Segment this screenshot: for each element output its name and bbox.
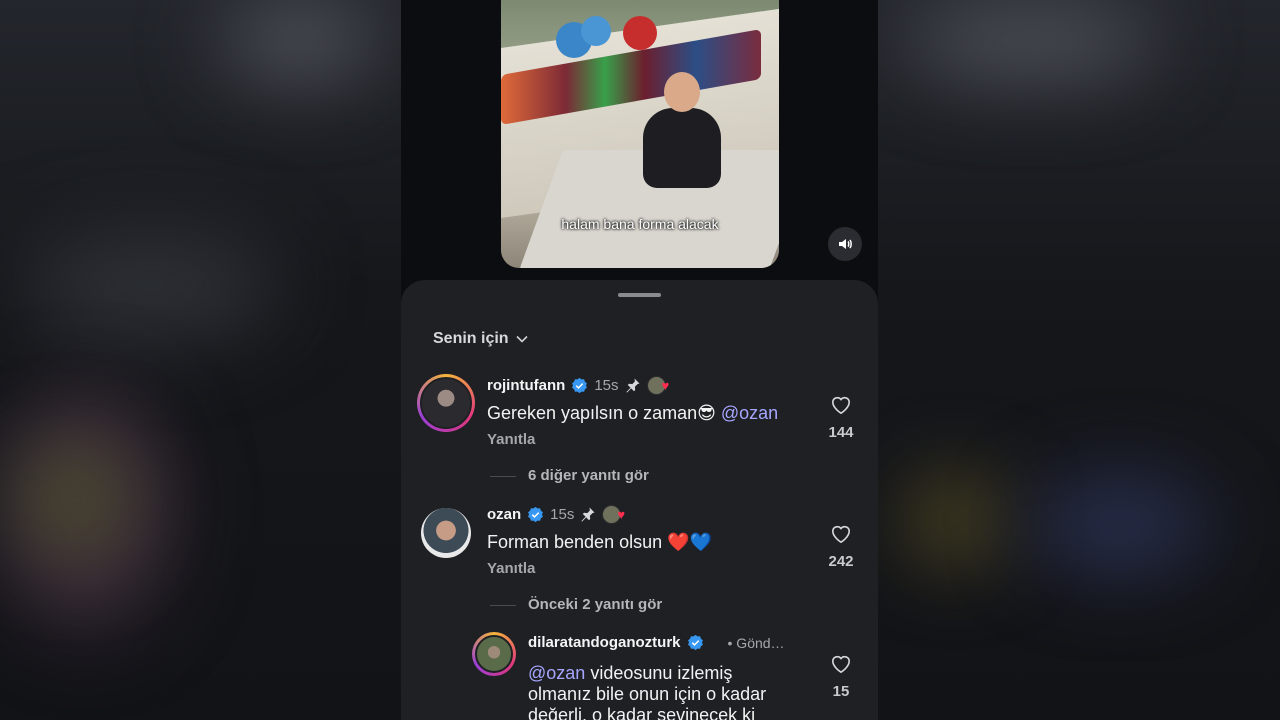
- comment-username[interactable]: rojintufann: [487, 377, 565, 394]
- reply-username[interactable]: dilaratandoganozturk: [528, 634, 681, 651]
- view-previous-replies[interactable]: Önceki 2 yanıtı gör: [489, 596, 662, 613]
- avatar[interactable]: [421, 508, 471, 558]
- like-count: 144: [828, 424, 854, 441]
- blur-blob: [20, 230, 280, 340]
- video-balloon: [623, 16, 657, 50]
- comment-username[interactable]: ozan: [487, 506, 521, 523]
- blur-blob: [1030, 480, 1210, 570]
- comments-sheet: Senin için rojintufann 15s ♥ Gereken yap…: [401, 280, 878, 720]
- reply-text-line: @ozan videosunu izlemiş: [528, 663, 828, 684]
- blur-blob: [900, 0, 1160, 80]
- sound-toggle-button[interactable]: [828, 227, 862, 261]
- like-count: 242: [828, 553, 854, 570]
- comment-mention[interactable]: @ozan: [721, 403, 778, 423]
- video-child-head: [664, 72, 700, 112]
- comment-text: Forman benden olsun ❤️💙: [487, 532, 712, 552]
- pin-icon: [581, 507, 595, 522]
- sort-label: Senin için: [433, 330, 509, 347]
- reply-text-line1: videosunu izlemiş: [585, 663, 733, 683]
- comment-text: Gereken yapılsın o zaman😎 @ozan: [487, 403, 778, 424]
- speaker-icon: [839, 239, 852, 249]
- like-button[interactable]: 15: [821, 654, 861, 700]
- like-button[interactable]: 242: [821, 524, 861, 570]
- reply-mention[interactable]: @ozan: [528, 663, 585, 683]
- avatar[interactable]: [472, 632, 516, 676]
- like-button[interactable]: 144: [821, 395, 861, 441]
- comment-text-body: Gereken yapılsın o zaman😎: [487, 403, 721, 423]
- avatar[interactable]: [417, 374, 475, 432]
- comment-time: 15s: [594, 376, 619, 394]
- heart-filled-icon: ♥: [661, 378, 670, 393]
- reel-video[interactable]: halam bana forma alacak: [501, 0, 779, 268]
- chevron-down-icon: [516, 335, 528, 343]
- blur-blob: [220, 0, 380, 80]
- heart-outline-icon: [831, 525, 851, 544]
- verified-badge-icon: [528, 506, 544, 522]
- video-balloon: [581, 16, 611, 46]
- video-child: [643, 108, 721, 188]
- heart-outline-icon: [831, 396, 851, 415]
- reply-time: • Gönd…: [727, 634, 785, 651]
- reply-text: @ozan videosunu izlemiş olmanız bile onu…: [528, 663, 828, 720]
- pin-icon: [625, 378, 640, 393]
- comment-meta: rojintufann 15s ♥: [487, 375, 677, 395]
- sheet-drag-handle[interactable]: [618, 293, 661, 297]
- reply-button[interactable]: Yanıtla: [487, 560, 535, 577]
- sort-dropdown[interactable]: Senin için: [433, 330, 529, 348]
- verified-badge-icon: [687, 634, 703, 651]
- view-more-replies[interactable]: 6 diğer yanıtı gör: [490, 467, 649, 484]
- reels-screen: halam bana forma alacak Senin için rojin…: [401, 0, 878, 720]
- heart-outline-icon: [831, 655, 851, 674]
- like-count: 15: [832, 683, 850, 700]
- creator-liked-indicator: ♥: [602, 504, 632, 524]
- blur-blob: [910, 480, 1000, 560]
- comment-time: 15s: [550, 505, 575, 523]
- reply-text-line3: değerli, o kadar sevinecek ki: [528, 705, 756, 720]
- creator-liked-indicator: ♥: [646, 375, 677, 395]
- reply-meta: dilaratandoganozturk • Gönd…: [528, 634, 785, 651]
- reply-button[interactable]: Yanıtla: [487, 431, 535, 448]
- comment-meta: ozan 15s ♥: [487, 504, 632, 524]
- video-caption: halam bana forma alacak: [561, 216, 719, 232]
- heart-filled-icon: ♥: [617, 507, 626, 522]
- blur-blob: [20, 440, 130, 560]
- verified-badge-icon: [572, 377, 588, 393]
- reply-text-line2: olmanız bile onun için o kadar: [528, 684, 767, 704]
